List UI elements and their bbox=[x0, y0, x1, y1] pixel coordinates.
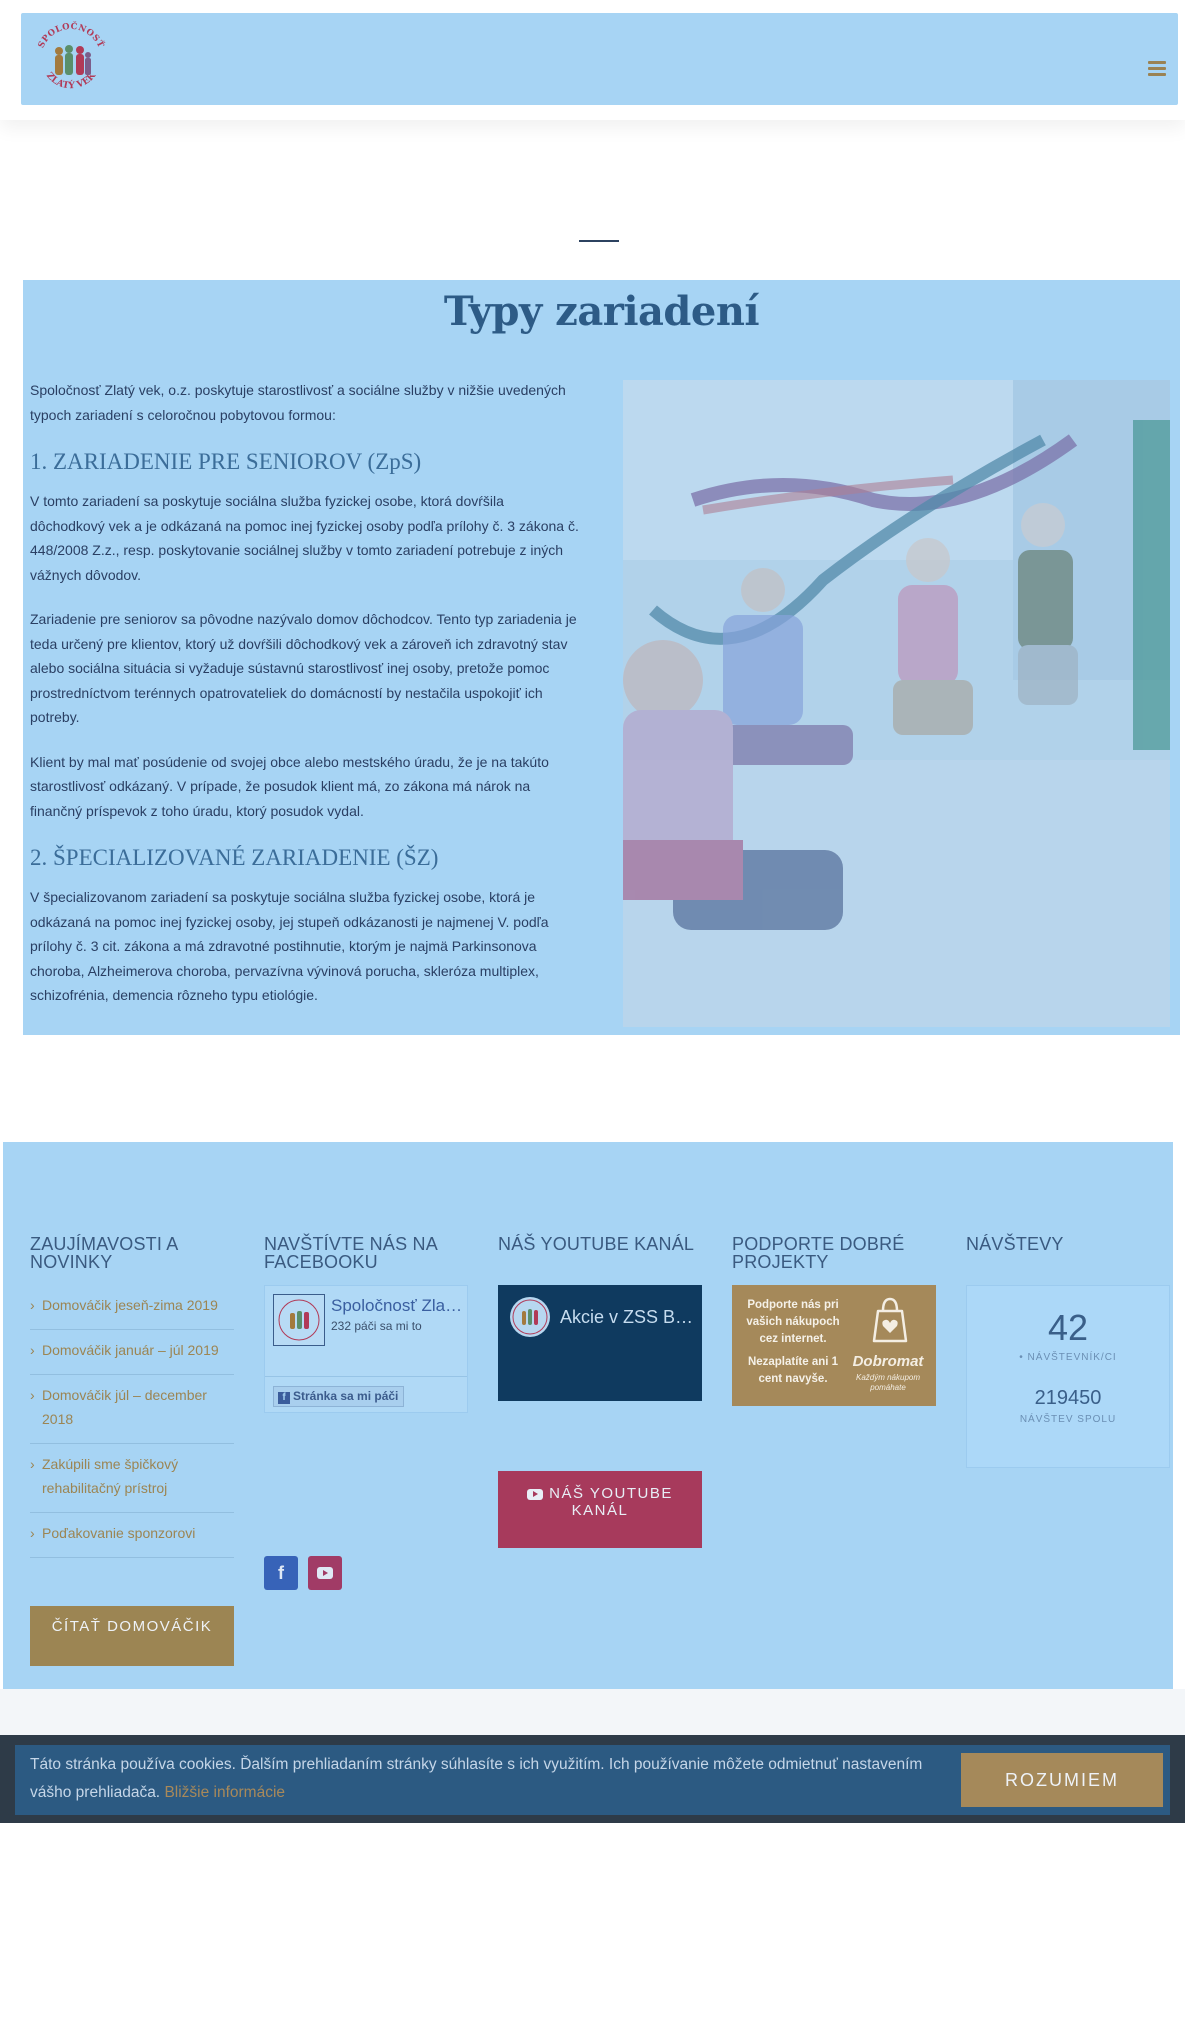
footer-heading-youtube: NÁŠ YOUTUBE KANÁL bbox=[498, 1234, 695, 1254]
paragraph: Zariadenie pre seniorov sa pôvodne nazýv… bbox=[30, 611, 577, 725]
youtube-play-icon bbox=[527, 1488, 544, 1500]
dobromat-brand: Dobromat bbox=[852, 1353, 924, 1370]
main-section: Typy zariadení Spoločnosť Zlatý vek, o.z… bbox=[23, 280, 1180, 1035]
facebook-likes-count: 232 páči sa mi to bbox=[331, 1319, 422, 1333]
cookie-bar: Táto stránka používa cookies. Ďalším pre… bbox=[15, 1745, 1170, 1815]
list-item[interactable]: Domováčik jeseň-zima 2019 bbox=[30, 1285, 234, 1330]
seniors-exercise-photo bbox=[623, 380, 1170, 1027]
youtube-video-embed[interactable]: Akcie v ZSS Bernolákovo bbox=[498, 1285, 702, 1401]
footer-bottom-band bbox=[0, 1689, 1185, 1735]
site-footer: ZAUJÍMAVOSTI A NOVINKY Domováčik jeseň-z… bbox=[3, 1142, 1173, 1689]
footer-youtube-column: NÁŠ YOUTUBE KANÁL Akcie v ZSS Bernolákov… bbox=[498, 1234, 702, 1548]
dobromat-banner[interactable]: Podporte nás pri vašich nákupoch cez int… bbox=[732, 1285, 936, 1406]
video-title[interactable]: Akcie v ZSS Bernolákovo bbox=[560, 1307, 695, 1328]
facebook-page-avatar[interactable] bbox=[273, 1294, 325, 1346]
cookie-accept-button[interactable]: ROZUMIEM bbox=[961, 1753, 1163, 1807]
footer-heading-news: ZAUJÍMAVOSTI A NOVINKY bbox=[30, 1234, 178, 1272]
footer-visits-column: NÁVŠTEVY 42 • NÁVŠTEVNÍK/CI 219450 NÁVŠT… bbox=[966, 1234, 1170, 1468]
footer-heading-facebook: NAVŠTÍVTE NÁS NA FACEBOOKU bbox=[264, 1234, 437, 1272]
current-visitors: 42 bbox=[1047, 1307, 1089, 1348]
facebook-like-button[interactable]: f Stránka sa mi páči bbox=[273, 1386, 405, 1407]
intro-paragraph: Spoločnosť Zlatý vek, o.z. poskytuje sta… bbox=[30, 382, 566, 423]
logo-figures-icon bbox=[55, 45, 91, 75]
list-item[interactable]: Poďakovanie sponzorovi bbox=[30, 1513, 234, 1558]
logo-text-top: SPOLOČNOSŤ bbox=[36, 20, 106, 50]
like-label: Stránka sa mi páči bbox=[293, 1389, 399, 1403]
youtube-social-button[interactable] bbox=[308, 1556, 342, 1590]
total-visits: 219450 bbox=[1034, 1387, 1102, 1409]
youtube-channel-button[interactable]: NÁŠ YOUTUBE KANÁL bbox=[498, 1471, 702, 1548]
paragraph: V tomto zariadení sa poskytuje sociálna … bbox=[30, 493, 579, 583]
total-visits-label: NÁVŠTEV SPOLU bbox=[1019, 1414, 1117, 1425]
section-divider bbox=[579, 240, 619, 242]
divider bbox=[265, 1376, 467, 1377]
section-heading-sz: 2. ŠPECIALIZOVANÉ ZARIADENIE (ŠZ) bbox=[30, 845, 439, 870]
youtube-icon bbox=[317, 1567, 333, 1579]
current-visitors-label: • NÁVŠTEVNÍK/CI bbox=[1019, 1352, 1117, 1363]
cookie-more-info-link[interactable]: Bližšie informácie bbox=[164, 1784, 285, 1801]
site-logo[interactable]: SPOLOČNOSŤ ZLATÝ VEK bbox=[31, 19, 111, 99]
footer-news-column: ZAUJÍMAVOSTI A NOVINKY Domováčik jeseň-z… bbox=[30, 1235, 234, 1666]
paragraph: Klient by mal mať posúdenie od svojej ob… bbox=[30, 753, 549, 819]
footer-heading-visits: NÁVŠTEVY bbox=[966, 1234, 1064, 1254]
list-item[interactable]: Domováčik júl – december 2018 bbox=[30, 1375, 234, 1444]
svg-text:SPOLOČNOSŤ: SPOLOČNOSŤ bbox=[36, 20, 107, 50]
dobromat-subtitle: Každým nákupom pomáhate bbox=[855, 1373, 921, 1392]
dobromat-text-line2: Nezaplatíte ani 1 cent navyše. bbox=[747, 1356, 839, 1385]
cookie-message: Táto stránka používa cookies. Ďalším pre… bbox=[30, 1751, 930, 1807]
facebook-social-button[interactable]: f bbox=[264, 1556, 298, 1590]
visit-counter: 42 • NÁVŠTEVNÍK/CI 219450 NÁVŠTEV SPOLU bbox=[966, 1285, 1170, 1468]
shopping-bag-heart-icon bbox=[872, 1297, 908, 1343]
section-heading-zps: 1. ZARIADENIE PRE SENIOROV (ZpS) bbox=[30, 449, 422, 474]
channel-avatar bbox=[510, 1297, 550, 1337]
hamburger-menu-icon[interactable] bbox=[1148, 61, 1166, 77]
footer-support-column: PODPORTE DOBRÉ PROJEKTY Podporte nás pri… bbox=[732, 1234, 936, 1406]
page-title: Typy zariadení bbox=[443, 288, 760, 335]
header-bar: SPOLOČNOSŤ ZLATÝ VEK bbox=[21, 13, 1178, 105]
facebook-page-name[interactable]: Spoločnosť Zlatý vek bbox=[331, 1296, 463, 1316]
footer-facebook-column: NAVŠTÍVTE NÁS NA FACEBOOKU Spoločnosť Zl… bbox=[264, 1234, 468, 1413]
dobromat-text: Podporte nás pri vašich nákupoch cez int… bbox=[738, 1297, 848, 1388]
news-list: Domováčik jeseň-zima 2019 Domováčik janu… bbox=[30, 1285, 234, 1558]
article-content: Spoločnosť Zlatý vek, o.z. poskytuje sta… bbox=[30, 378, 582, 1020]
dobromat-text-line1: Podporte nás pri vašich nákupoch cez int… bbox=[746, 1299, 840, 1345]
list-item[interactable]: Zakúpili sme špičkový rehabilitačný prís… bbox=[30, 1444, 234, 1513]
paragraph: V špecializovanom zariadení sa poskytuje… bbox=[30, 889, 549, 1003]
site-header: SPOLOČNOSŤ ZLATÝ VEK bbox=[0, 0, 1185, 120]
facebook-icon: f bbox=[278, 1563, 284, 1583]
footer-heading-support: PODPORTE DOBRÉ PROJEKTY bbox=[732, 1234, 905, 1272]
youtube-button-label: NÁŠ YOUTUBE KANÁL bbox=[549, 1485, 673, 1519]
read-domovacik-button[interactable]: ČÍTAŤ DOMOVÁČIK bbox=[30, 1606, 234, 1666]
facebook-page-widget[interactable]: Spoločnosť Zlatý vek 232 páči sa mi to f… bbox=[264, 1285, 468, 1413]
list-item[interactable]: Domováčik január – júl 2019 bbox=[30, 1330, 234, 1375]
facebook-icon: f bbox=[278, 1392, 290, 1404]
